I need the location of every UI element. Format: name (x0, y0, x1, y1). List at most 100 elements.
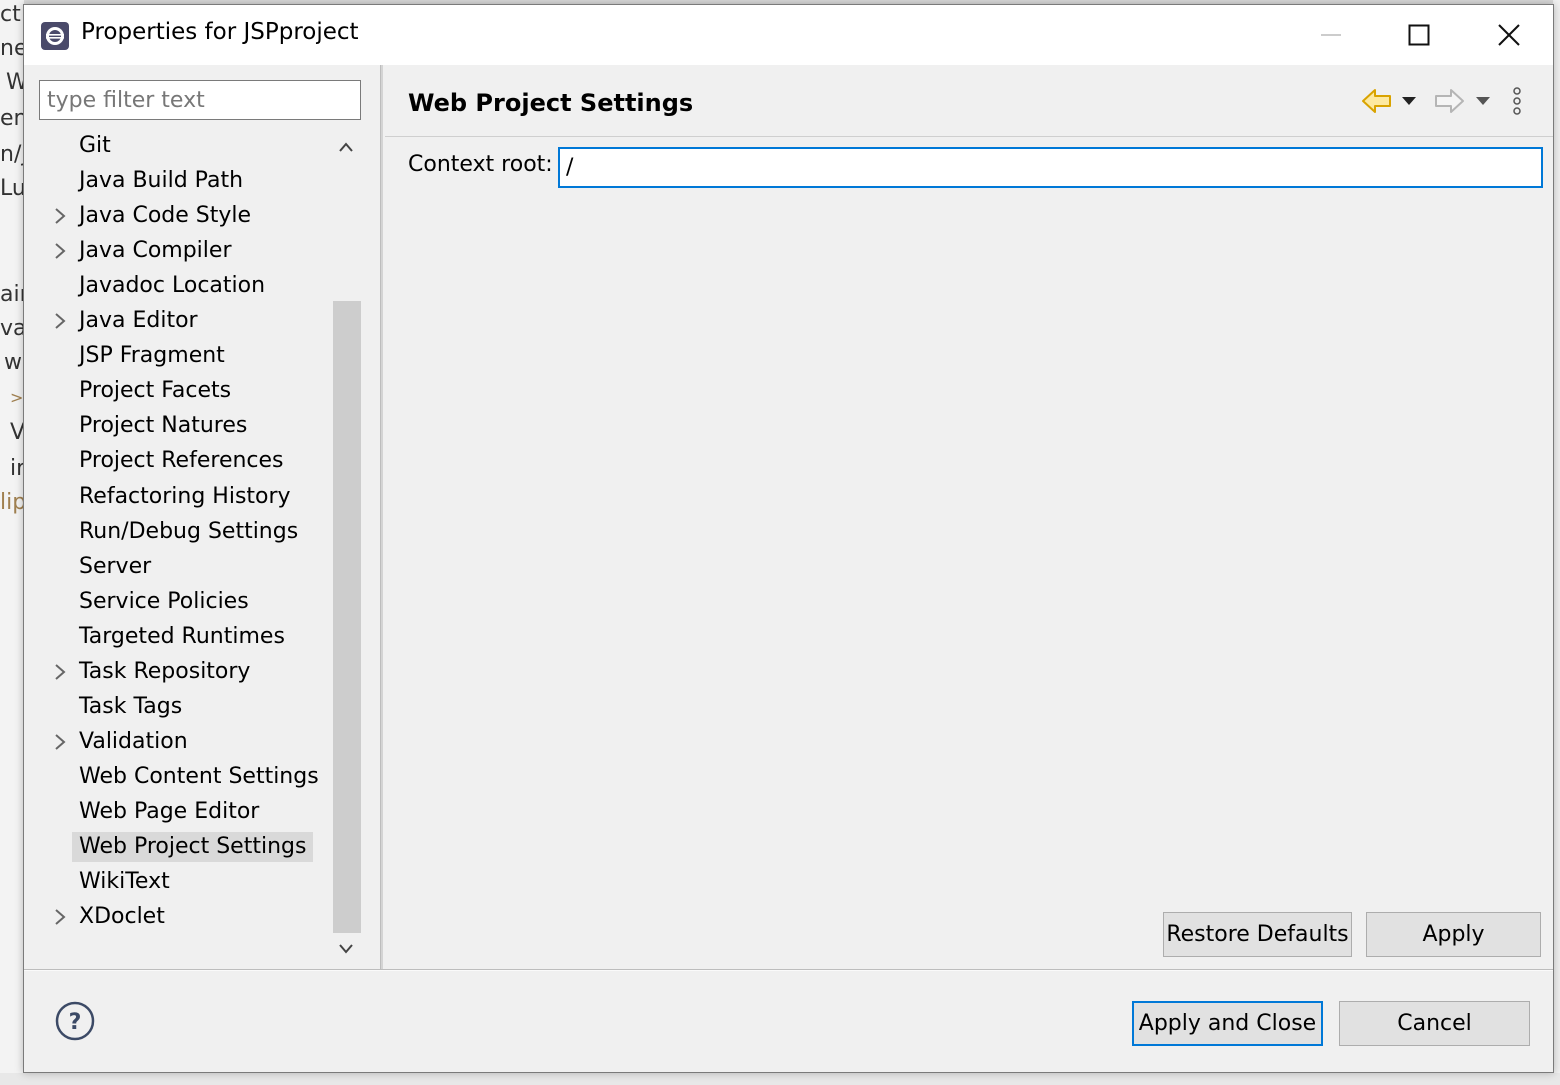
context-root-input[interactable] (558, 147, 1543, 188)
tree-item[interactable]: JSP Fragment (24, 339, 329, 374)
forward-history-dropdown[interactable] (1471, 83, 1495, 119)
minimize-button[interactable] (1286, 5, 1376, 65)
tree-item[interactable]: Targeted Runtimes (24, 620, 329, 655)
bg-fragment: ne (0, 36, 24, 61)
tree-item-label: Refactoring History (79, 483, 291, 509)
bg-fragment: en (0, 106, 24, 131)
bg-fragment: Lu (0, 176, 24, 201)
tree-item-label: XDoclet (79, 904, 165, 930)
tree-item[interactable]: Java Code Style (24, 199, 329, 234)
tree-item[interactable]: Web Project Settings (24, 830, 329, 865)
tree-item-label: Git (79, 133, 111, 158)
tree-item-label: Java Editor (79, 308, 198, 334)
tree-item[interactable]: Validation (24, 725, 329, 760)
chevron-right-icon[interactable] (50, 661, 70, 683)
apply-button[interactable]: Apply (1366, 912, 1541, 957)
tree-item-label: Project References (79, 448, 284, 474)
forward-button[interactable] (1429, 83, 1469, 119)
tree-item[interactable]: Service Policies (24, 585, 329, 620)
tree-item[interactable]: Java Compiler (24, 234, 329, 269)
svg-text:?: ? (69, 1010, 82, 1035)
dropdown-arrow-icon (1476, 97, 1490, 105)
tree-item-label: Server (79, 553, 152, 579)
maximize-icon (1408, 24, 1430, 46)
forward-arrow-icon (1435, 89, 1464, 113)
tree-item-label: Task Repository (79, 658, 251, 684)
tree-item-label: Javadoc Location (79, 273, 266, 299)
tree-item-label: Web Project Settings (72, 832, 314, 862)
back-history-dropdown[interactable] (1397, 83, 1421, 119)
back-button[interactable] (1357, 83, 1397, 119)
tree-item[interactable]: Run/Debug Settings (24, 515, 329, 550)
bg-fragment: ct (0, 2, 21, 27)
tree-item[interactable]: Project Natures (24, 409, 329, 444)
tree-item[interactable]: Project References (24, 444, 329, 479)
background-ide-bottom (0, 1073, 1560, 1085)
bg-fragment: W (6, 70, 24, 95)
close-button[interactable] (1464, 5, 1554, 65)
dropdown-arrow-icon (1402, 97, 1416, 105)
tree-item[interactable]: Javadoc Location (24, 269, 329, 304)
chevron-right-icon[interactable] (50, 240, 70, 262)
tree-item-label: Java Compiler (79, 238, 232, 264)
close-icon (1498, 24, 1520, 46)
tree-item[interactable]: WikiText (24, 865, 329, 900)
chevron-up-icon (339, 142, 353, 152)
background-ide-left: ct ne W en n/j Lu ain va w > V ir lip (0, 0, 24, 1085)
tree-item[interactable]: Task Tags (24, 690, 329, 725)
tree-scrollbar[interactable] (330, 129, 362, 967)
tree-item-label: Web Page Editor (79, 798, 260, 824)
page-nav-toolbar (1357, 83, 1537, 119)
filter-input[interactable] (39, 80, 361, 120)
tree-item[interactable]: Java Build Path (24, 164, 329, 199)
title-bar: Properties for JSPproject (24, 5, 1553, 65)
tree-item-label: Java Code Style (79, 203, 252, 229)
chevron-right-icon[interactable] (50, 205, 70, 227)
cancel-button[interactable]: Cancel (1339, 1001, 1530, 1046)
tree-item[interactable]: Git (24, 129, 329, 164)
chevron-down-icon (339, 944, 353, 954)
bg-fragment: ain (0, 282, 24, 307)
tree-item[interactable]: Web Page Editor (24, 795, 329, 830)
page-header: Web Project Settings (385, 65, 1553, 137)
bg-fragment: V (10, 420, 24, 445)
tree-item-label: Project Facets (79, 378, 232, 404)
chevron-right-icon[interactable] (50, 906, 70, 928)
restore-defaults-button[interactable]: Restore Defaults (1163, 912, 1352, 957)
tree-item[interactable]: Server (24, 550, 329, 585)
view-menu-button[interactable] (1505, 83, 1529, 119)
chevron-right-icon[interactable] (50, 310, 70, 332)
context-root-label: Context root: (408, 152, 553, 177)
kebab-menu-icon (1513, 87, 1521, 115)
scroll-up-button[interactable] (330, 129, 362, 165)
tree-item-label: JSP Fragment (79, 343, 225, 369)
background-ide-right (1553, 0, 1560, 1085)
eclipse-app-icon (41, 22, 69, 50)
tree-item-label: Web Content Settings (79, 763, 319, 789)
tree-item-label: Java Build Path (79, 168, 244, 194)
back-arrow-icon (1362, 89, 1391, 113)
tree-item[interactable]: Task Repository (24, 655, 329, 690)
scroll-down-button[interactable] (330, 931, 362, 967)
panel-splitter[interactable] (380, 65, 383, 969)
tree-item[interactable]: Web Content Settings (24, 760, 329, 795)
property-tree: Git Java Build Path Java Code Style Java Co… (24, 129, 329, 967)
help-icon: ? (55, 1001, 95, 1041)
bg-fragment: n/j (0, 142, 24, 167)
window-title: Properties for JSPproject (81, 19, 359, 45)
minimize-icon (1321, 34, 1341, 36)
tree-item[interactable]: Project Facets (24, 374, 329, 409)
tree-item[interactable]: Java Editor (24, 304, 329, 339)
bg-fragment: lip (0, 490, 24, 515)
help-button[interactable]: ? (54, 1000, 96, 1042)
maximize-button[interactable] (1374, 5, 1464, 65)
tree-item[interactable]: Refactoring History (24, 480, 329, 515)
apply-and-close-button[interactable]: Apply and Close (1132, 1001, 1323, 1046)
chevron-right-icon[interactable] (50, 731, 70, 753)
bg-fragment: > (10, 388, 24, 407)
tree-item-label: Task Tags (79, 693, 183, 719)
scroll-thumb[interactable] (333, 301, 361, 933)
tree-item[interactable]: XDoclet (24, 900, 329, 935)
tree-item-label: WikiText (79, 869, 170, 895)
page-title: Web Project Settings (408, 89, 694, 117)
